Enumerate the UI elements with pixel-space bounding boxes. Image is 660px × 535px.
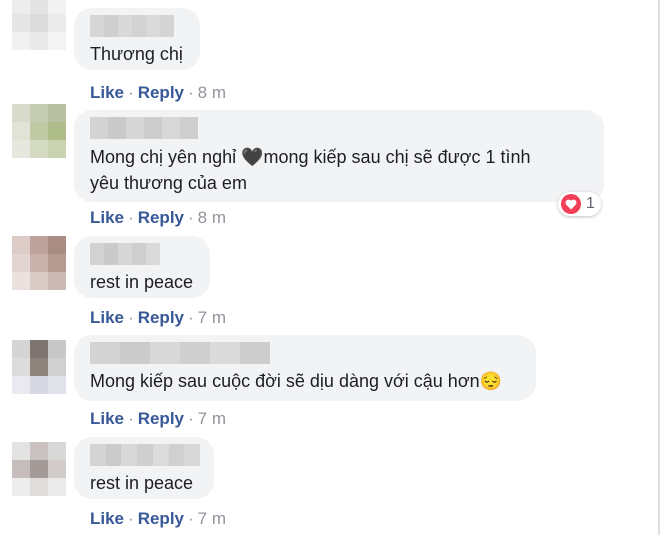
timestamp[interactable]: 7 m	[198, 409, 226, 428]
separator: ·	[188, 308, 194, 327]
reaction-count: 1	[586, 195, 595, 212]
heart-icon	[561, 194, 581, 214]
separator: ·	[128, 208, 134, 227]
timestamp[interactable]: 7 m	[198, 509, 226, 528]
comment-bubble: rest in peace	[74, 437, 214, 499]
like-link[interactable]: Like	[90, 409, 124, 428]
separator: ·	[188, 83, 194, 102]
comment-bubble: Mong kiếp sau cuộc đời sẽ dịu dàng với c…	[74, 335, 536, 401]
comment-actions: Like · Reply · 8 m	[90, 208, 226, 228]
like-link[interactable]: Like	[90, 509, 124, 528]
comment-text: Thương chị	[90, 44, 183, 64]
avatar[interactable]	[12, 442, 66, 496]
like-link[interactable]: Like	[90, 208, 124, 227]
separator: ·	[128, 83, 134, 102]
comment-bubble: rest in peace	[74, 236, 210, 298]
separator: ·	[188, 208, 194, 227]
author-name-blurred[interactable]	[90, 444, 201, 466]
reply-link[interactable]: Reply	[138, 509, 184, 528]
comment-text: rest in peace	[90, 473, 194, 493]
timestamp[interactable]: 7 m	[198, 308, 226, 327]
timestamp[interactable]: 8 m	[198, 208, 226, 227]
separator: ·	[188, 509, 194, 528]
author-name-blurred[interactable]	[90, 117, 590, 139]
comment-actions: Like · Reply · 7 m	[90, 409, 226, 429]
reply-link[interactable]: Reply	[138, 83, 184, 102]
separator: ·	[128, 509, 134, 528]
reaction-summary[interactable]: 1	[558, 192, 601, 216]
like-link[interactable]: Like	[90, 83, 124, 102]
reply-link[interactable]: Reply	[138, 308, 184, 327]
reply-link[interactable]: Reply	[138, 409, 184, 428]
comment-actions: Like · Reply · 7 m	[90, 308, 226, 328]
author-name-blurred[interactable]	[90, 342, 522, 364]
separator: ·	[128, 308, 134, 327]
comment-bubble: Thương chị	[74, 8, 200, 70]
comment-actions: Like · Reply · 8 m	[90, 83, 226, 103]
reply-link[interactable]: Reply	[138, 208, 184, 227]
author-name-blurred[interactable]	[90, 15, 186, 37]
avatar[interactable]	[12, 340, 66, 394]
timestamp[interactable]: 8 m	[198, 83, 226, 102]
comment-actions: Like · Reply · 7 m	[90, 509, 226, 529]
avatar[interactable]	[12, 0, 66, 50]
separator: ·	[188, 409, 194, 428]
avatar[interactable]	[12, 236, 66, 290]
author-name-blurred[interactable]	[90, 243, 196, 265]
comment-text: rest in peace	[90, 272, 194, 292]
avatar[interactable]	[12, 104, 66, 158]
comment-bubble: Mong chị yên nghỉ 🖤mong kiếp sau chị sẽ …	[74, 110, 604, 202]
comment-text: Mong kiếp sau cuộc đời sẽ dịu dàng với c…	[90, 371, 503, 391]
separator: ·	[128, 409, 134, 428]
comment-text: Mong chị yên nghỉ 🖤mong kiếp sau chị sẽ …	[90, 147, 531, 193]
like-link[interactable]: Like	[90, 308, 124, 327]
